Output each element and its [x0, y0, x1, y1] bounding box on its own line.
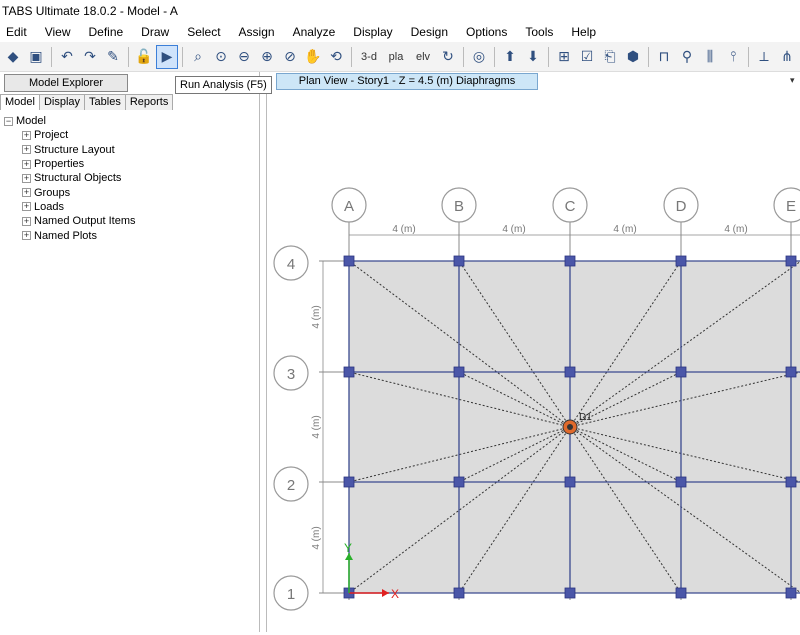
grid-label-4: 4 [287, 256, 295, 273]
move-up-icon[interactable]: ⬆ [499, 45, 521, 69]
draw-brace-icon[interactable]: ⋔ [776, 45, 798, 69]
edit-pen-icon[interactable]: ✎ [102, 45, 124, 69]
plan-view-button[interactable]: pla [383, 45, 409, 69]
y-axis-label: Y [344, 541, 352, 555]
tab-display[interactable]: Display [38, 94, 86, 110]
show-deformed-icon[interactable]: ⊓ [653, 45, 675, 69]
menu-edit[interactable]: Edit [6, 25, 27, 39]
solid-view-icon[interactable]: ⬢ [622, 45, 644, 69]
model-tree: − Model + Project + Structure Layout + Prope… [4, 114, 136, 243]
show-forces-icon[interactable]: ⚲ [676, 45, 698, 69]
plan-drawing[interactable]: A B C D E 4 3 2 1 4 (m) 4 (m) 4 (m) 4 (m… [267, 92, 800, 632]
explorer-tabs: Model Display Tables Reports [0, 94, 174, 110]
tab-model[interactable]: Model [0, 94, 40, 110]
x-axis-label: X [391, 587, 399, 601]
perspective-icon[interactable]: ◎ [468, 45, 490, 69]
collapse-icon[interactable]: − [4, 116, 13, 126]
menu-bar: Edit View Define Draw Select Assign Anal… [0, 22, 800, 42]
rotate-icon[interactable]: ⟲ [325, 45, 347, 69]
undo-icon[interactable]: ↶ [56, 45, 78, 69]
menu-define[interactable]: Define [88, 25, 123, 39]
y-dim-32: 4 (m) [311, 415, 322, 438]
move-down-icon[interactable]: ⬇ [522, 45, 544, 69]
redo-icon[interactable]: ↷ [79, 45, 101, 69]
plan-view-tab[interactable]: Plan View - Story1 - Z = 4.5 (m) Diaphra… [276, 73, 538, 90]
grid-label-d: D [676, 198, 687, 215]
y-dim-43: 4 (m) [311, 305, 322, 328]
menu-analyze[interactable]: Analyze [293, 25, 336, 39]
tree-item-properties[interactable]: + Properties [4, 157, 136, 171]
menu-select[interactable]: Select [187, 25, 220, 39]
object-shrink-icon[interactable]: ⊞ [553, 45, 575, 69]
expand-icon[interactable]: + [22, 202, 31, 212]
grid-label-b: B [454, 198, 464, 215]
plan-view-canvas[interactable]: A B C D E 4 3 2 1 4 (m) 4 (m) 4 (m) 4 (m… [266, 92, 800, 632]
diaphragm-center-icon[interactable] [562, 419, 578, 435]
grid-label-e: E [786, 198, 796, 215]
tree-item-named-plots[interactable]: + Named Plots [4, 228, 136, 242]
menu-assign[interactable]: Assign [239, 25, 275, 39]
menu-design[interactable]: Design [411, 25, 448, 39]
show-loads-icon[interactable]: ⫼ [699, 45, 721, 69]
rotate-3d-icon[interactable]: ↻ [437, 45, 459, 69]
grid-bubbles-y [273, 245, 309, 611]
x-dim-cd: 4 (m) [613, 224, 636, 235]
expand-icon[interactable]: + [22, 130, 31, 140]
open-icon[interactable]: ◆ [2, 45, 24, 69]
show-reactions-icon[interactable]: ⫯ [722, 45, 744, 69]
expand-icon[interactable]: + [22, 145, 31, 155]
set-building-view-icon[interactable]: ⎗ [599, 45, 621, 69]
tab-reports[interactable]: Reports [124, 94, 174, 110]
tree-item-groups[interactable]: + Groups [4, 185, 136, 199]
grid-label-1: 1 [287, 586, 295, 603]
expand-icon[interactable]: + [22, 159, 31, 169]
tree-item-structure-layout[interactable]: + Structure Layout [4, 143, 136, 157]
run-analysis-button[interactable]: ▶ [156, 44, 178, 69]
grid-label-a: A [344, 198, 354, 215]
expand-icon[interactable]: + [22, 173, 31, 183]
main-toolbar: ◆ ▣ ↶ ↷ ✎ 🔓 ▶ ⌕ ⊙ ⊖ ⊕ ⊘ ✋ ⟲ 3-d pla elv … [0, 42, 800, 72]
save-icon[interactable]: ▣ [25, 45, 47, 69]
menu-draw[interactable]: Draw [141, 25, 169, 39]
x-dim-de: 4 (m) [724, 224, 747, 235]
diaphragm-label: D1 [579, 412, 592, 423]
view-3d-button[interactable]: 3-d [356, 45, 382, 69]
set-display-options-icon[interactable]: ☑ [576, 45, 598, 69]
menu-display[interactable]: Display [353, 25, 392, 39]
window-title: TABS Ultimate 18.0.2 - Model - A [0, 0, 800, 22]
menu-view[interactable]: View [45, 25, 71, 39]
expand-icon[interactable]: + [22, 216, 31, 226]
tree-item-model[interactable]: − Model [4, 114, 136, 128]
model-explorer-title: Model Explorer [4, 74, 128, 92]
tree-item-named-output-items[interactable]: + Named Output Items [4, 214, 136, 228]
grid-label-2: 2 [287, 477, 295, 494]
zoom-in-icon[interactable]: ⊕ [256, 45, 278, 69]
draw-frame-icon[interactable]: ⟂ [753, 45, 775, 69]
tree-item-project[interactable]: + Project [4, 128, 136, 142]
model-explorer-panel: Model Explorer Model Display Tables Repo… [0, 72, 260, 632]
run-analysis-tooltip: Run Analysis (F5) [175, 76, 272, 94]
zoom-step-icon[interactable]: ⊘ [279, 45, 301, 69]
zoom-window-icon[interactable]: ⌕ [187, 45, 209, 69]
x-dim-bc: 4 (m) [502, 224, 525, 235]
expand-icon[interactable]: + [22, 231, 31, 241]
zoom-out-icon[interactable]: ⊖ [233, 45, 255, 69]
grid-label-c: C [565, 198, 576, 215]
lock-icon[interactable]: 🔓 [133, 45, 155, 69]
tree-item-structural-objects[interactable]: + Structural Objects [4, 171, 136, 185]
menu-help[interactable]: Help [571, 25, 596, 39]
elevation-view-button[interactable]: elv [410, 45, 436, 69]
tab-tables[interactable]: Tables [84, 94, 126, 110]
pan-icon[interactable]: ✋ [302, 45, 324, 69]
expand-icon[interactable]: + [22, 188, 31, 198]
grid-label-3: 3 [287, 366, 295, 383]
menu-options[interactable]: Options [466, 25, 507, 39]
tree-item-loads[interactable]: + Loads [4, 200, 136, 214]
window-list-arrow-icon[interactable]: ▾ [790, 75, 795, 86]
menu-tools[interactable]: Tools [525, 25, 553, 39]
zoom-restore-icon[interactable]: ⊙ [210, 45, 232, 69]
x-dim-ab: 4 (m) [392, 224, 415, 235]
y-dim-21: 4 (m) [311, 526, 322, 549]
